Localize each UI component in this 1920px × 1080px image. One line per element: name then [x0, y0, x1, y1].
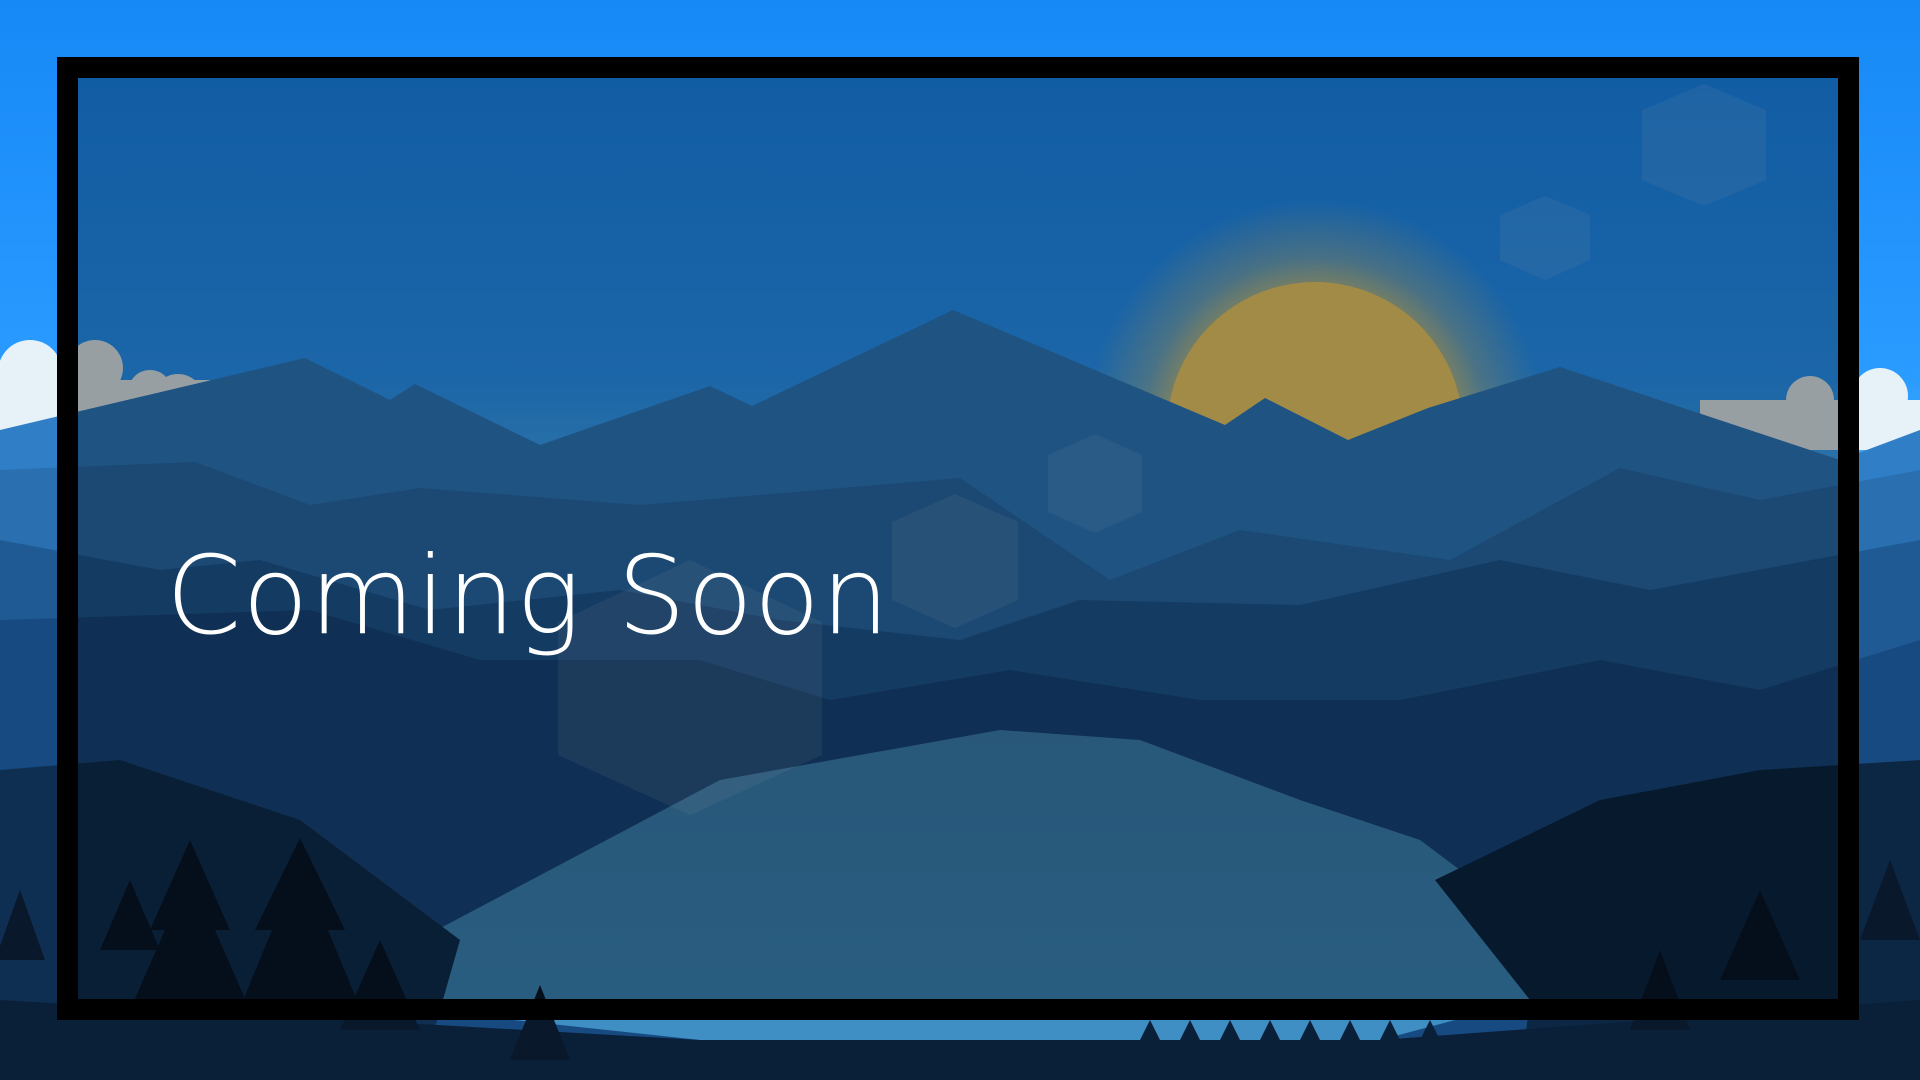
coming-soon-headline: Coming Soon — [166, 534, 891, 659]
coming-soon-screen: Coming Soon — [0, 0, 1920, 1080]
dim-overlay: Coming Soon — [78, 78, 1838, 999]
